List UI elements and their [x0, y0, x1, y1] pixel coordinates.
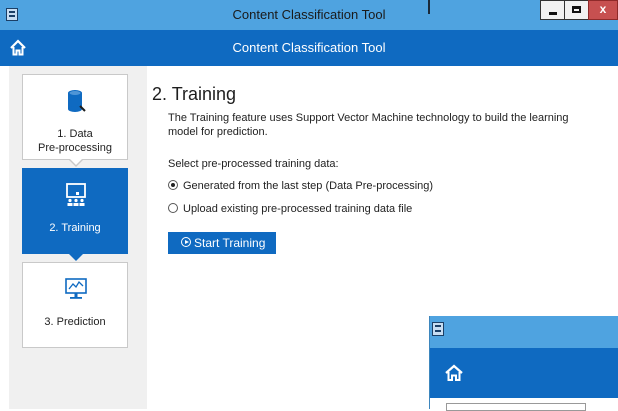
- step-pointer: [68, 158, 84, 167]
- database-icon: [68, 90, 86, 112]
- step-sidebar: 1. Data Pre-processing 2. Training 3. Pr…: [9, 66, 147, 409]
- app-icon[interactable]: [432, 322, 444, 336]
- option-generated-from-last-step[interactable]: Generated from the last step (Data Pre-p…: [168, 179, 433, 193]
- training-board-icon: [66, 183, 86, 206]
- option-upload-existing-file[interactable]: Upload existing pre-processed training d…: [168, 202, 412, 216]
- app-header: Content Classification Tool: [0, 30, 618, 66]
- maximize-icon: [572, 6, 581, 13]
- step-label: 1. Data Pre-processing: [38, 128, 112, 154]
- window-titlebar[interactable]: Content Classification Tool x: [0, 0, 618, 30]
- start-training-button[interactable]: Start Training: [168, 232, 276, 254]
- window-edge-divider: [428, 0, 430, 14]
- second-app-window[interactable]: [429, 316, 618, 411]
- step-training[interactable]: 2. Training: [22, 168, 128, 254]
- option-label: Upload existing pre-processed training d…: [183, 203, 413, 215]
- step-pointer-active: [68, 253, 84, 261]
- monitor-chart-icon: [65, 278, 87, 299]
- minimize-button[interactable]: [540, 0, 565, 20]
- page-title: 2. Training: [152, 84, 237, 104]
- maximize-button[interactable]: [564, 0, 589, 20]
- play-circle-icon: [181, 237, 191, 247]
- close-button[interactable]: x: [588, 0, 618, 20]
- step-prediction[interactable]: 3. Prediction: [22, 262, 128, 348]
- input-field[interactable]: [446, 403, 586, 411]
- radio-button-checked[interactable]: [168, 180, 178, 191]
- step-label: 3. Prediction: [44, 316, 106, 328]
- window-title: Content Classification Tool: [232, 7, 386, 22]
- feature-description: The Training feature uses Support Vector…: [168, 112, 569, 138]
- app-header: [430, 348, 618, 398]
- start-training-label: Start Training: [194, 236, 266, 250]
- minimize-icon: [549, 12, 557, 15]
- step-data-preprocessing[interactable]: 1. Data Pre-processing: [22, 74, 128, 160]
- select-data-label: Select pre-processed training data:: [168, 158, 339, 170]
- option-label: Generated from the last step (Data Pre-p…: [183, 180, 434, 192]
- window-body: [430, 398, 618, 411]
- step-label: 2. Training: [49, 222, 101, 234]
- radio-button[interactable]: [168, 203, 178, 214]
- app-title: Content Classification Tool: [232, 40, 386, 55]
- home-icon[interactable]: [444, 364, 464, 382]
